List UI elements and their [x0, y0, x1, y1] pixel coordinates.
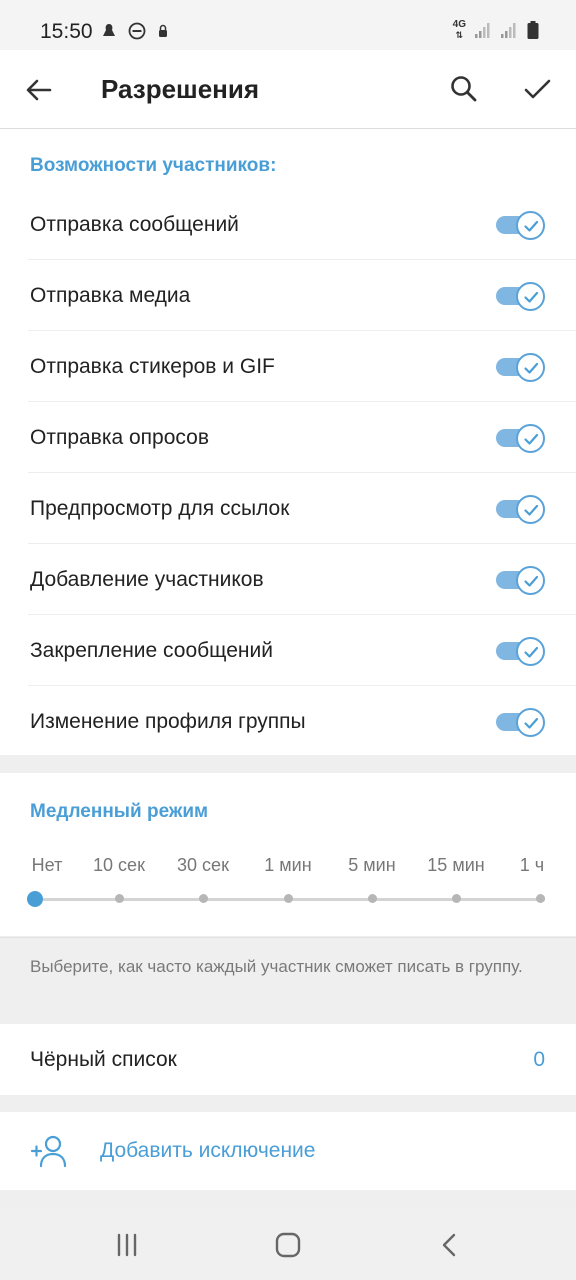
permission-label: Изменение профиля группы [30, 710, 306, 733]
status-icons-right: 4G ⇅ [453, 20, 540, 40]
slow-mode-slider-dot[interactable] [283, 894, 293, 903]
permission-row[interactable]: Отправка стикеров и GIF [0, 331, 576, 402]
slow-mode-labels: Нет 10 сек 30 сек 1 мин 5 мин 15 мин 1 ч [0, 855, 576, 879]
app-bar: Разрешения [0, 50, 576, 129]
blacklist-count: 0 [533, 1048, 545, 1071]
toggle-knob [516, 211, 545, 240]
lock-icon [159, 24, 167, 37]
permission-label: Отправка стикеров и GIF [30, 355, 275, 378]
permission-label: Отправка медиа [30, 284, 191, 307]
check-icon [523, 646, 538, 658]
slow-mode-option-label[interactable]: 30 сек [177, 855, 229, 876]
slow-mode-option-label[interactable]: 5 мин [348, 855, 395, 876]
check-icon [523, 220, 538, 232]
permission-toggle[interactable] [496, 211, 546, 240]
status-time: 15:50 [40, 20, 93, 43]
slow-mode-option-label[interactable]: 1 мин [264, 855, 311, 876]
add-exception-button[interactable]: Добавить исключение [0, 1112, 576, 1190]
slow-mode-section: Медленный режим Нет 10 сек 30 сек 1 мин 5 ми… [0, 773, 576, 936]
slow-mode-hint-box: Выберите, как часто каждый участник смож… [0, 937, 576, 1024]
toggle-knob [516, 637, 545, 666]
system-nav-bar [0, 1208, 576, 1280]
permission-row[interactable]: Добавление участников [0, 544, 576, 615]
blacklist-label: Чёрный список [30, 1048, 177, 1071]
status-icons-left [100, 22, 170, 40]
back-button[interactable] [22, 73, 56, 107]
permission-toggle[interactable] [496, 424, 546, 453]
battery-icon [527, 21, 539, 39]
slow-mode-option-label[interactable]: 1 ч [520, 855, 544, 876]
slow-mode-option-label[interactable]: Нет [32, 855, 63, 876]
permission-toggle[interactable] [496, 637, 546, 666]
permission-toggle[interactable] [496, 353, 546, 382]
permission-row[interactable]: Отправка сообщений [0, 189, 576, 260]
slow-mode-slider-thumb[interactable] [27, 891, 43, 907]
recent-apps-icon [117, 1233, 137, 1257]
slow-mode-hint: Выберите, как часто каждый участник смож… [30, 957, 523, 976]
permission-label: Предпросмотр для ссылок [30, 497, 290, 520]
nav-back-button[interactable] [435, 1230, 465, 1260]
slow-mode-slider-dot[interactable] [451, 894, 461, 903]
permission-toggle[interactable] [496, 495, 546, 524]
home-icon [275, 1232, 301, 1258]
check-icon [523, 504, 538, 516]
permission-toggle[interactable] [496, 566, 546, 595]
slow-mode-slider-dot[interactable] [198, 894, 208, 903]
done-button[interactable] [520, 72, 554, 106]
slow-mode-slider-dot[interactable] [367, 894, 377, 903]
toggle-knob [516, 495, 545, 524]
permission-toggle[interactable] [496, 708, 546, 737]
dnd-icon [128, 22, 146, 40]
check-icon [523, 291, 538, 303]
network-type: 4G ⇅ [452, 19, 466, 41]
toggle-knob [516, 424, 545, 453]
slow-mode-option-label[interactable]: 10 сек [93, 855, 145, 876]
permission-row[interactable]: Изменение профиля группы [0, 686, 576, 757]
page-title: Разрешения [101, 74, 260, 104]
slow-mode-slider-dot[interactable] [114, 894, 124, 903]
check-icon [523, 362, 538, 374]
status-bar: 15:50 4G ⇅ [0, 0, 576, 50]
recent-apps-button[interactable] [112, 1230, 142, 1260]
slow-mode-option-label[interactable]: 15 мин [427, 855, 484, 876]
permission-label: Отправка опросов [30, 426, 209, 449]
network-label: 4G [452, 19, 466, 30]
permissions-header: Возможности участников: [30, 155, 277, 176]
check-icon [524, 79, 551, 99]
permission-label: Добавление участников [30, 568, 264, 591]
toggle-knob [516, 708, 545, 737]
add-exception-label: Добавить исключение [100, 1139, 316, 1162]
arrow-left-icon [26, 79, 52, 101]
home-button[interactable] [273, 1230, 303, 1260]
permission-toggle[interactable] [496, 282, 546, 311]
toggle-knob [516, 353, 545, 382]
notification-icon [103, 24, 115, 36]
permission-row[interactable]: Отправка медиа [0, 260, 576, 331]
signal-icon [475, 23, 490, 38]
check-icon [523, 433, 538, 445]
slow-mode-header: Медленный режим [30, 801, 209, 822]
permission-row[interactable]: Предпросмотр для ссылок [0, 473, 576, 544]
search-button[interactable] [447, 72, 481, 106]
search-icon [451, 76, 477, 102]
permission-row[interactable]: Отправка опросов [0, 402, 576, 473]
permission-row[interactable]: Закрепление сообщений [0, 615, 576, 686]
permission-label: Отправка сообщений [30, 213, 239, 236]
permission-label: Закрепление сообщений [30, 639, 273, 662]
add-user-icon [30, 1135, 67, 1168]
back-icon [442, 1233, 456, 1257]
permissions-section: Возможности участников: Отправка сообщен… [0, 129, 576, 755]
slow-mode-slider-dot[interactable] [535, 894, 545, 903]
toggle-knob [516, 566, 545, 595]
check-icon [523, 575, 538, 587]
blacklist-row[interactable]: Чёрный список 0 [0, 1024, 576, 1095]
signal-icon [501, 23, 516, 38]
toggle-knob [516, 282, 545, 311]
check-icon [523, 717, 538, 729]
